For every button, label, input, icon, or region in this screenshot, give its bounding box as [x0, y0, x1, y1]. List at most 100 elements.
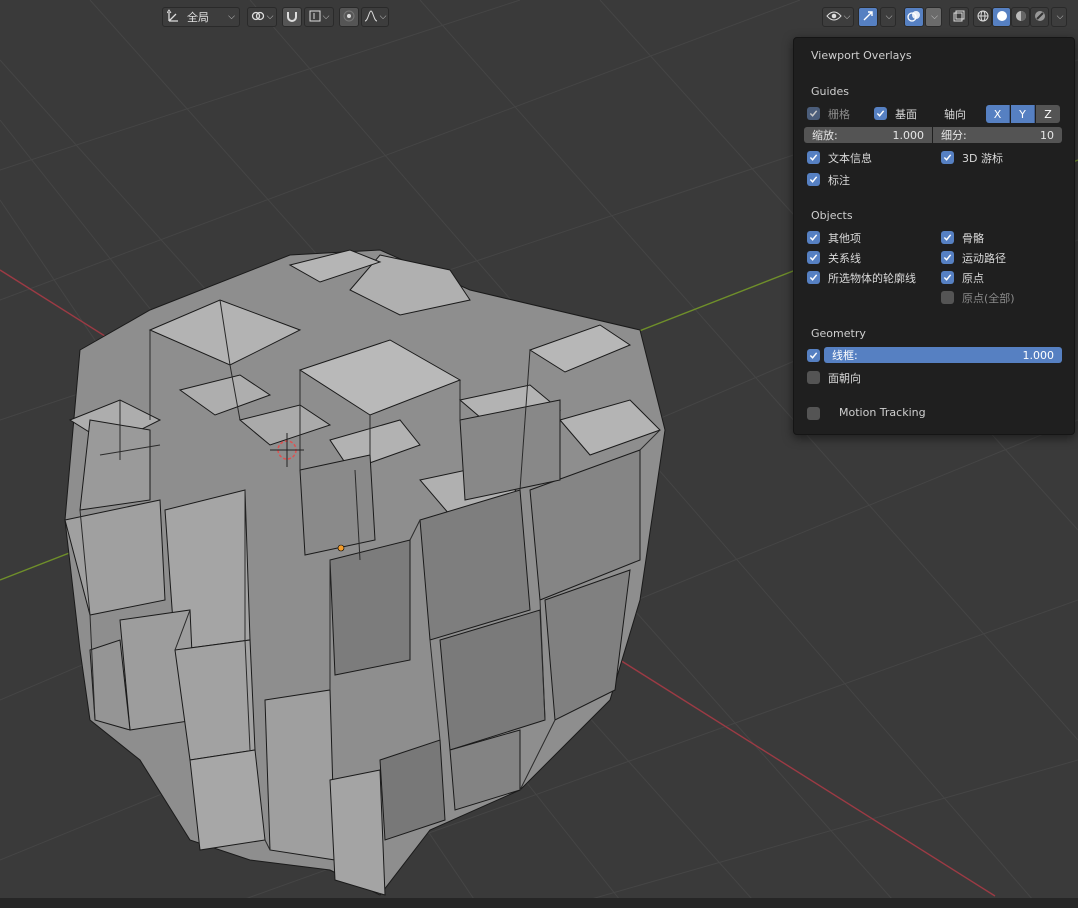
- grid-scale-label: 缩放:: [812, 129, 838, 142]
- checkmark-icon: [809, 274, 818, 281]
- xray-toggle[interactable]: [949, 6, 969, 28]
- chevron-down-icon: ⌵: [843, 12, 851, 22]
- chevron-down-icon: ⌵: [228, 12, 235, 22]
- origins-checkbox[interactable]: [941, 271, 954, 284]
- wireframe-label: 线框:: [832, 349, 858, 362]
- magnet-icon: [286, 10, 298, 25]
- grid-subdivisions-value: 10: [1040, 128, 1054, 142]
- text-info-checkbox[interactable]: [807, 151, 820, 164]
- checkmark-icon: [809, 234, 818, 241]
- wireframe-value: 1.000: [1022, 348, 1055, 362]
- section-geometry: Geometry: [811, 327, 866, 340]
- shading-dropdown[interactable]: ⌵: [1051, 6, 1067, 28]
- motion-tracking-label: Motion Tracking: [839, 406, 926, 419]
- checkmark-icon: [876, 110, 885, 117]
- gizmo-button[interactable]: [858, 6, 878, 28]
- relationship-lines-label: 关系线: [828, 252, 861, 265]
- face-orientation-checkbox[interactable]: [807, 371, 820, 384]
- checkmark-icon: [809, 352, 818, 359]
- grid-subdivisions-label: 细分:: [941, 129, 967, 142]
- motion-paths-label: 运动路径: [962, 252, 1006, 265]
- proportional-edit-toggle[interactable]: [339, 6, 359, 28]
- grid-checkbox[interactable]: [807, 107, 820, 120]
- falloff-button[interactable]: ⌵: [361, 6, 389, 28]
- snap-toggle[interactable]: [282, 6, 302, 28]
- wireframe-sphere-icon: [977, 10, 989, 25]
- grid-label: 栅格: [828, 108, 850, 121]
- gizmo-icon: [862, 10, 874, 25]
- annotations-checkbox[interactable]: [807, 173, 820, 186]
- checkmark-icon: [943, 274, 952, 281]
- object-origin-icon: [337, 544, 345, 552]
- material-sphere-icon: [1015, 10, 1027, 25]
- 3d-cursor-label: 3D 游标: [962, 152, 1003, 165]
- solid-sphere-icon: [996, 10, 1008, 25]
- origins-label: 原点: [962, 272, 984, 285]
- shading-material-button[interactable]: [1011, 6, 1030, 28]
- annotations-label: 标注: [828, 174, 850, 187]
- origins-all-checkbox[interactable]: [941, 291, 954, 304]
- motion-paths-checkbox[interactable]: [941, 251, 954, 264]
- rendered-sphere-icon: [1034, 10, 1046, 25]
- overlays-toggle[interactable]: [904, 6, 924, 28]
- grid-scale-field[interactable]: 缩放: 1.000: [804, 127, 932, 143]
- bones-checkbox[interactable]: [941, 231, 954, 244]
- grid-scale-value: 1.000: [892, 128, 925, 142]
- checkmark-icon: [809, 176, 818, 183]
- wireframe-checkbox[interactable]: [807, 349, 820, 362]
- origins-all-label: 原点(全部): [962, 292, 1015, 305]
- axis-y-toggle[interactable]: Y: [1011, 105, 1035, 123]
- motion-tracking-checkbox[interactable]: [807, 407, 820, 420]
- outline-selected-label: 所选物体的轮廓线: [828, 272, 916, 285]
- checkmark-icon: [943, 254, 952, 261]
- snap-increment-icon: [309, 10, 321, 25]
- checkmark-icon: [809, 110, 818, 117]
- extras-checkbox[interactable]: [807, 231, 820, 244]
- chevron-down-icon: ⌵: [885, 12, 893, 22]
- section-objects: Objects: [811, 209, 853, 222]
- floor-checkbox[interactable]: [874, 107, 887, 120]
- panel-title: Viewport Overlays: [811, 49, 912, 62]
- viewport-overlays-panel: Viewport Overlays Guides 栅格 基面 轴向 X Y Z …: [793, 37, 1075, 435]
- outline-selected-checkbox[interactable]: [807, 271, 820, 284]
- checkmark-icon: [943, 154, 952, 161]
- bones-label: 骨骼: [962, 232, 984, 245]
- overlays-icon: [907, 9, 921, 26]
- wireframe-threshold-slider[interactable]: 线框: 1.000: [824, 347, 1062, 363]
- visibility-button[interactable]: ⌵: [822, 6, 854, 28]
- chevron-down-icon: ⌵: [1056, 12, 1064, 22]
- overlays-dropdown[interactable]: ⌵: [925, 6, 942, 28]
- floor-label: 基面: [895, 108, 917, 121]
- chevron-down-icon: ⌵: [266, 12, 274, 22]
- link-icon: [251, 9, 265, 26]
- pivot-point-button[interactable]: ⌵: [247, 6, 277, 28]
- orientation-label: 全局: [187, 11, 209, 24]
- checkmark-icon: [809, 254, 818, 261]
- checkmark-icon: [943, 234, 952, 241]
- chevron-down-icon: ⌵: [379, 12, 387, 22]
- extras-label: 其他项: [828, 232, 861, 245]
- axes-label: 轴向: [944, 108, 966, 121]
- snap-target-button[interactable]: ⌵: [304, 6, 334, 28]
- orientation-selector[interactable]: 全局 ⌵: [162, 6, 240, 28]
- proportional-edit-icon: [343, 10, 355, 25]
- shading-rendered-button[interactable]: [1030, 6, 1049, 28]
- eye-icon: [825, 10, 842, 25]
- bottom-strip: [0, 898, 1078, 908]
- axis-z-toggle[interactable]: Z: [1036, 105, 1060, 123]
- checkmark-icon: [809, 154, 818, 161]
- falloff-curve-icon: [364, 9, 378, 25]
- axis-x-toggle[interactable]: X: [986, 105, 1010, 123]
- shading-solid-button[interactable]: [992, 6, 1011, 28]
- xray-icon: [953, 10, 965, 25]
- relationship-lines-checkbox[interactable]: [807, 251, 820, 264]
- shading-wireframe-button[interactable]: [973, 6, 992, 28]
- grid-subdivisions-field[interactable]: 细分: 10: [933, 127, 1062, 143]
- gizmo-dropdown[interactable]: ⌵: [880, 6, 896, 28]
- chevron-down-icon: ⌵: [931, 12, 938, 22]
- 3d-cursor-checkbox[interactable]: [941, 151, 954, 164]
- section-guides: Guides: [811, 85, 850, 98]
- text-info-label: 文本信息: [828, 152, 872, 165]
- chevron-down-icon: ⌵: [322, 12, 330, 22]
- face-orientation-label: 面朝向: [828, 372, 861, 385]
